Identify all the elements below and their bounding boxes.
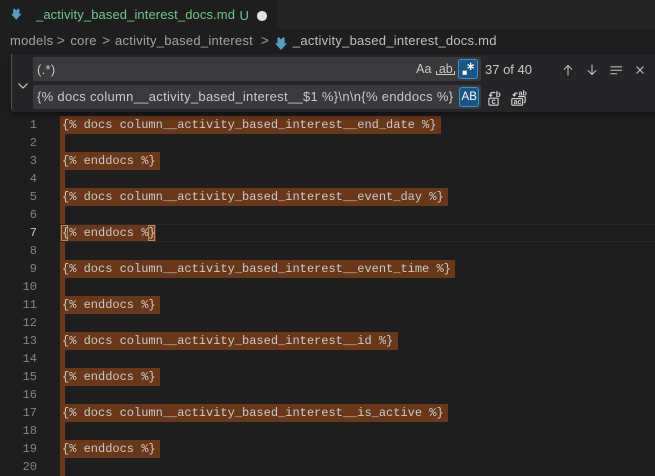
svg-text:ac: ac	[513, 99, 521, 106]
svg-text:b: b	[496, 90, 501, 99]
svg-text:c: c	[492, 96, 497, 105]
